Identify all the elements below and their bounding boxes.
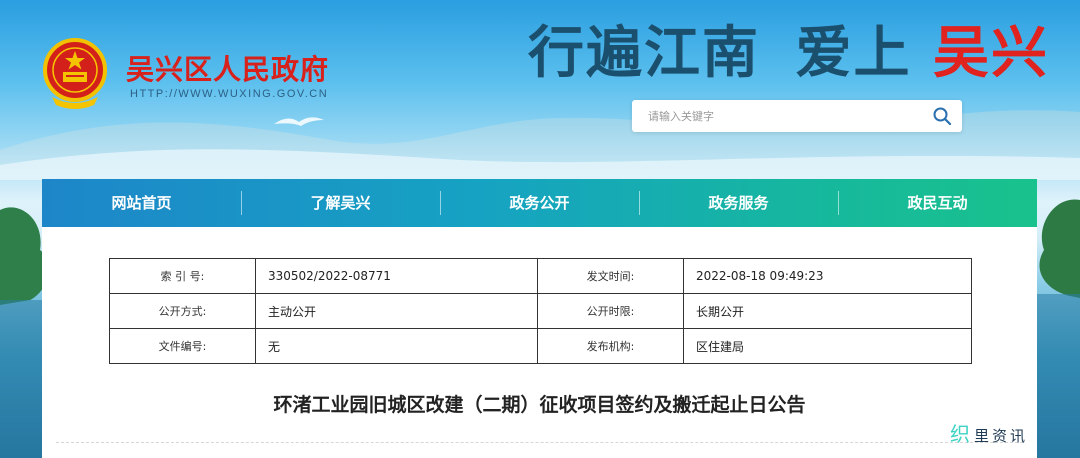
article-content: 索 引 号: 330502/2022-08771 发文时间: 2022-08-1… (42, 227, 1037, 458)
meta-value-document-number: 无 (255, 328, 538, 364)
right-trees (1030, 199, 1080, 458)
meta-value-disclosure-period: 长期公开 (683, 293, 972, 329)
meta-label-disclosure-method: 公开方式: (109, 293, 256, 329)
meta-label-publish-time: 发文时间: (537, 258, 684, 294)
meta-value-index-number: 330502/2022-08771 (255, 258, 538, 294)
national-emblem-icon (43, 38, 107, 109)
article-title: 环渚工业园旧城区改建（二期）征收项目签约及搬迁起止日公告 (273, 394, 806, 416)
nav-item-home[interactable]: 网站首页 (42, 179, 241, 227)
main-nav: 网站首页 了解吴兴 政务公开 政务服务 政民互动 (42, 179, 1037, 227)
search-icon[interactable] (932, 106, 952, 126)
document-meta-table: 索 引 号: 330502/2022-08771 发文时间: 2022-08-1… (109, 258, 972, 364)
meta-label-document-number: 文件编号: (109, 328, 256, 364)
search-box (632, 100, 962, 132)
search-input[interactable] (632, 100, 928, 132)
watermark-part-2: 里资讯 (974, 427, 1029, 445)
slogan-part-3: 吴兴 (933, 20, 1049, 86)
nav-item-government-affairs-openness[interactable]: 政务公开 (440, 179, 639, 227)
meta-label-disclosure-period: 公开时限: (537, 293, 684, 329)
nav-item-public-interaction[interactable]: 政民互动 (838, 179, 1037, 227)
site-url[interactable]: HTTP://WWW.WUXING.GOV.CN (130, 88, 328, 100)
watermark: 织里资讯 (950, 418, 1028, 447)
meta-label-issuing-agency: 发布机构: (537, 328, 684, 364)
slogan-part-1: 行遍江南 (528, 20, 760, 86)
table-row: 文件编号: 无 发布机构: 区住建局 (109, 328, 972, 364)
egret-bird-icon (274, 117, 324, 126)
slogan-part-2: 爱上 (795, 20, 912, 86)
meta-value-publish-time: 2022-08-18 09:49:23 (683, 258, 972, 294)
table-row: 索 引 号: 330502/2022-08771 发文时间: 2022-08-1… (109, 258, 972, 294)
slogan-banner: 行遍江南 爱上 吴兴 (528, 8, 1049, 89)
nav-item-government-services[interactable]: 政务服务 (639, 179, 838, 227)
table-row: 公开方式: 主动公开 公开时限: 长期公开 (109, 293, 972, 329)
meta-value-issuing-agency: 区住建局 (683, 328, 972, 364)
meta-label-index-number: 索 引 号: (109, 258, 256, 294)
watermark-part-1: 织 (950, 422, 970, 446)
meta-value-disclosure-method: 主动公开 (255, 293, 538, 329)
title-divider (56, 442, 1023, 443)
nav-item-about-wuxing[interactable]: 了解吴兴 (241, 179, 440, 227)
site-name[interactable]: 吴兴区人民政府 (126, 48, 329, 88)
